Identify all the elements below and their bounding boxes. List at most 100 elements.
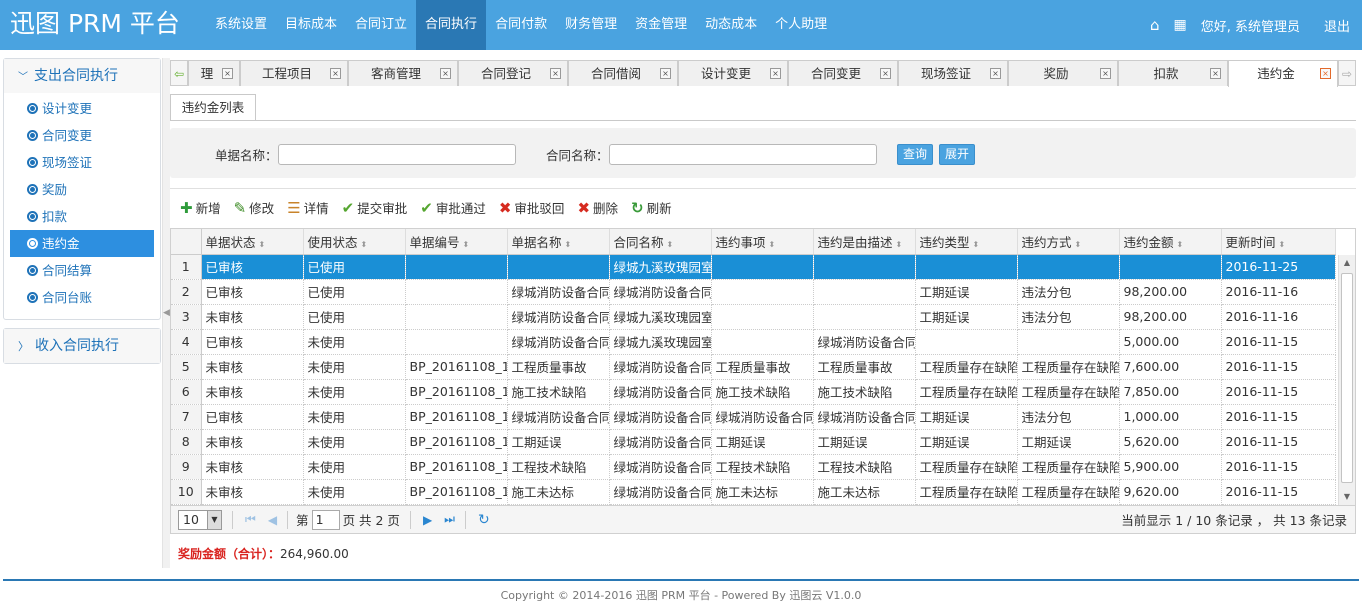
tab[interactable]: 奖励 ×	[1008, 60, 1118, 86]
page-number-input[interactable]: 1	[311, 509, 340, 530]
nav-item[interactable]: 动态成本	[696, 0, 766, 50]
close-icon[interactable]: ×	[440, 68, 451, 79]
column-header[interactable]: 合同名称 ⬍	[609, 229, 712, 255]
column-header[interactable]: 更新时间 ⬍	[1221, 229, 1336, 255]
tab[interactable]: 工程项目 ×	[240, 60, 348, 86]
tab[interactable]: 违约金 ×	[1228, 60, 1338, 87]
sidebar-item[interactable]: 合同台账	[10, 284, 154, 311]
toolbar-button[interactable]: ✔ 审批通过	[420, 198, 486, 217]
column-header[interactable]: 违约是由描述 ⬍	[813, 229, 916, 255]
nav-item[interactable]: 资金管理	[626, 0, 696, 50]
toolbar-button[interactable]: ↻ 刷新	[631, 198, 672, 217]
table-row[interactable]: 1 已审核 已使用 绿城九溪玫瑰园室 2016-11-25	[171, 254, 1336, 280]
sort-icon[interactable]: ⬍	[896, 240, 903, 249]
toolbar-button[interactable]: ✖ 删除	[577, 198, 618, 217]
close-icon[interactable]: ×	[330, 68, 341, 79]
sort-icon[interactable]: ⬍	[973, 240, 980, 249]
collapse-arrow-icon[interactable]: ◀	[163, 308, 170, 318]
toolbar-button[interactable]: ✎ 修改	[234, 198, 275, 217]
contract-name-input[interactable]	[609, 144, 877, 165]
close-icon[interactable]: ×	[660, 68, 671, 79]
vertical-scrollbar[interactable]: ▲ ▼	[1338, 255, 1355, 505]
doc-name-input[interactable]	[278, 144, 516, 165]
column-header[interactable]: 单据名称 ⬍	[507, 229, 610, 255]
sidebar-item[interactable]: 奖励	[10, 176, 154, 203]
sidebar-item[interactable]: 现场签证	[10, 149, 154, 176]
prev-page-icon[interactable]: ◀	[268, 513, 277, 527]
close-icon[interactable]: ×	[880, 68, 891, 79]
scroll-up-icon[interactable]: ▲	[1339, 255, 1355, 271]
sort-icon[interactable]: ⬍	[259, 240, 266, 249]
sidebar-item[interactable]: 合同结算	[10, 257, 154, 284]
table-row[interactable]: 8 未审核 未使用 BP_20161108_12 工期延误 绿城消防设备合同 工期延误 工期延…	[171, 429, 1336, 455]
column-header[interactable]: 使用状态 ⬍	[303, 229, 406, 255]
tab-scroll-left-icon[interactable]: ⇦	[170, 60, 188, 86]
subtab-violation-list[interactable]: 违约金列表	[170, 94, 256, 121]
scroll-thumb[interactable]	[1341, 273, 1353, 483]
tab[interactable]: 合同变更 ×	[788, 60, 898, 86]
sidebar-item[interactable]: 设计变更	[10, 95, 154, 122]
sort-icon[interactable]: ⬍	[1177, 240, 1184, 249]
next-page-icon[interactable]: ▶	[423, 513, 432, 527]
sidebar-item[interactable]: 扣款	[10, 203, 154, 230]
table-row[interactable]: 4 已审核 未使用 绿城消防设备合同 绿城九溪玫瑰园室 绿城消防设备合同 5,000.00 2…	[171, 329, 1336, 355]
last-page-icon[interactable]: ⏭	[444, 512, 455, 527]
tab[interactable]: 扣款 ×	[1118, 60, 1228, 86]
expand-button[interactable]: 展开	[939, 144, 976, 165]
query-button[interactable]: 查询	[897, 144, 934, 165]
logout-link[interactable]: 退出	[1324, 16, 1350, 35]
table-row[interactable]: 2 已审核 已使用 绿城消防设备合同 绿城消防设备合同 工期延误 违法分包 98,200.00…	[171, 279, 1336, 305]
toolbar-button[interactable]: ✔ 提交审批	[342, 198, 408, 217]
home-icon[interactable]: ⌂	[1150, 16, 1160, 34]
close-icon[interactable]: ×	[1320, 68, 1331, 79]
tab-scroll-right-icon[interactable]: ⇨	[1338, 60, 1356, 86]
tab[interactable]: 客商管理 ×	[348, 60, 458, 86]
sort-icon[interactable]: ⬍	[769, 240, 776, 249]
tab[interactable]: 理 ×	[188, 60, 240, 86]
tab[interactable]: 设计变更 ×	[678, 60, 788, 86]
sort-icon[interactable]: ⬍	[667, 240, 674, 249]
table-row[interactable]: 7 已审核 未使用 BP_20161108_12 绿城消防设备合同 绿城消防设备合同 绿城消…	[171, 404, 1336, 430]
close-icon[interactable]: ×	[770, 68, 781, 79]
sort-icon[interactable]: ⬍	[565, 240, 572, 249]
sidebar-item[interactable]: 违约金	[10, 230, 154, 257]
close-icon[interactable]: ×	[550, 68, 561, 79]
sidebar-splitter[interactable]: ◀	[162, 58, 170, 568]
toolbar-button[interactable]: ☰ 详情	[287, 198, 328, 217]
nav-item[interactable]: 合同执行	[416, 0, 487, 50]
sidebar-group-expense-header[interactable]: ﹀ 支出合同执行	[4, 59, 160, 93]
close-icon[interactable]: ×	[1100, 68, 1111, 79]
column-header[interactable]: 违约类型 ⬍	[915, 229, 1018, 255]
close-icon[interactable]: ×	[990, 68, 1001, 79]
column-header[interactable]: 单据状态 ⬍	[201, 229, 304, 255]
nav-item[interactable]: 合同订立	[346, 0, 416, 50]
toolbar-button[interactable]: ✖ 审批驳回	[499, 198, 565, 217]
first-page-icon[interactable]: ⏮	[245, 512, 256, 527]
dropdown-icon[interactable]: ▼	[207, 510, 221, 529]
nav-item[interactable]: 系统设置	[206, 0, 276, 50]
tab[interactable]: 合同借阅 ×	[568, 60, 678, 86]
sidebar-item[interactable]: 合同变更	[10, 122, 154, 149]
sort-icon[interactable]: ⬍	[1279, 240, 1286, 249]
close-icon[interactable]: ×	[1210, 68, 1221, 79]
sidebar-group-income-header[interactable]: 〉收入合同执行	[4, 329, 160, 363]
sort-icon[interactable]: ⬍	[1075, 240, 1082, 249]
tab[interactable]: 合同登记 ×	[458, 60, 568, 86]
nav-item[interactable]: 财务管理	[556, 0, 626, 50]
sort-icon[interactable]: ⬍	[361, 240, 368, 249]
nav-item[interactable]: 目标成本	[276, 0, 346, 50]
nav-item[interactable]: 个人助理	[766, 0, 836, 50]
column-header[interactable]: 违约方式 ⬍	[1017, 229, 1120, 255]
nav-item[interactable]: 合同付款	[486, 0, 556, 50]
table-row[interactable]: 10 未审核 未使用 BP_20161108_12 施工未达标 绿城消防设备合同 施工未达标…	[171, 479, 1336, 505]
column-header[interactable]: 违约事项 ⬍	[711, 229, 814, 255]
table-row[interactable]: 6 未审核 未使用 BP_20161108_12 施工技术缺陷 绿城消防设备合同 施工技术缺…	[171, 379, 1336, 405]
table-row[interactable]: 9 未审核 未使用 BP_20161108_12 工程技术缺陷 绿城消防设备合同 工程技术缺…	[171, 454, 1336, 480]
column-header[interactable]: 违约金额 ⬍	[1119, 229, 1222, 255]
column-header[interactable]: 单据编号 ⬍	[405, 229, 508, 255]
page-size-select[interactable]: 10 ▼	[178, 509, 222, 530]
close-icon[interactable]: ×	[222, 68, 233, 79]
toolbar-button[interactable]: ✚ 新增	[180, 198, 221, 217]
grid-icon[interactable]: ▦	[1173, 17, 1186, 33]
sort-icon[interactable]: ⬍	[463, 240, 470, 249]
